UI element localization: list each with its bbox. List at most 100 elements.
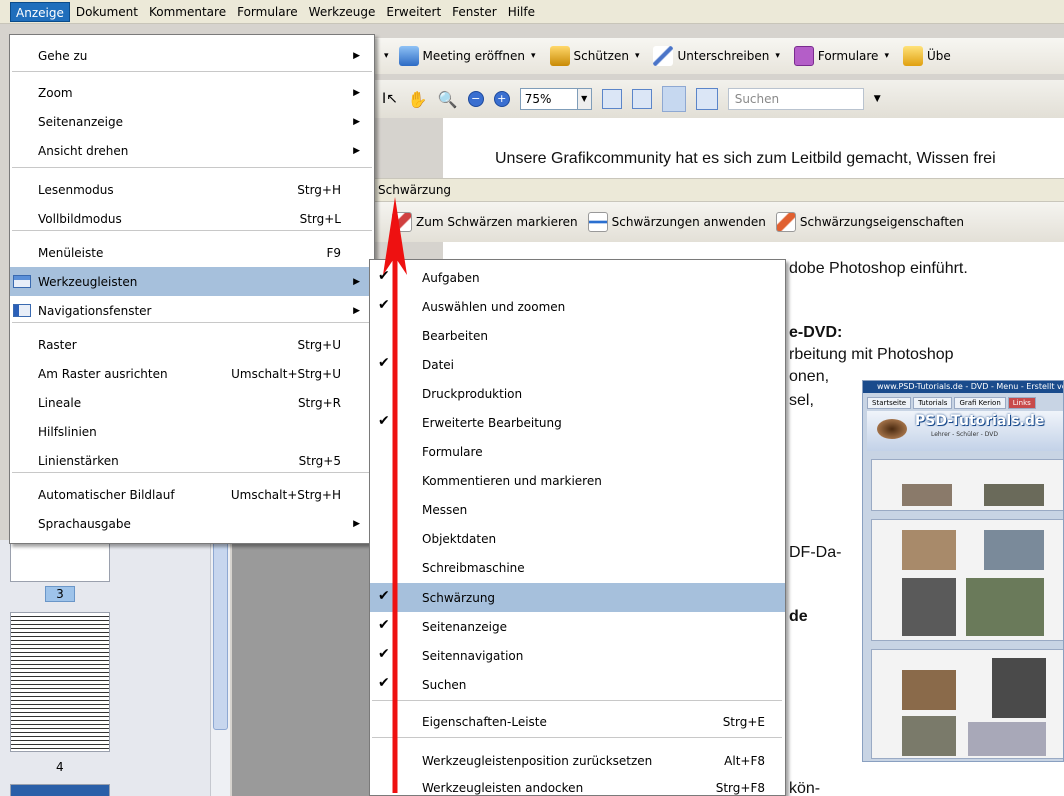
submenu-arrow-icon: ▶ [353, 87, 360, 98]
submenu-item[interactable]: Kommentieren und markieren [370, 466, 785, 495]
chevron-down-icon[interactable]: ▾ [384, 51, 389, 61]
submenu-item[interactable]: ✔ Erweiterte Bearbeitung [370, 408, 785, 437]
menu-item[interactable]: Navigationsfenster ▶ [10, 296, 374, 325]
submenu-item[interactable]: Objektdaten [370, 524, 785, 553]
menu-item[interactable]: Linienstärken Strg+5 [10, 446, 374, 475]
menu-item[interactable]: Seitenanzeige ▶ [10, 107, 374, 136]
single-page-icon[interactable] [661, 86, 686, 112]
search-input[interactable]: Suchen [727, 88, 864, 110]
menu-item[interactable]: Vollbildmodus Strg+L [10, 204, 374, 233]
menu-item[interactable]: Sprachausgabe ▶ [10, 509, 374, 538]
submenu-item[interactable]: ✔ Seitennavigation [370, 641, 785, 670]
chevron-down-icon[interactable]: ▼ [577, 88, 592, 110]
doc-line: onen, [789, 368, 830, 385]
menu-formulare[interactable]: Formulare [232, 2, 303, 22]
submenu-item-shortcut: Strg+F8 [715, 780, 765, 795]
submenu-item[interactable]: ✔ Suchen [370, 670, 785, 699]
zoom-value[interactable]: 75% [519, 88, 578, 110]
menu-item[interactable]: Lesenmodus Strg+H [10, 175, 374, 204]
menu-anzeige[interactable]: Anzeige [10, 1, 70, 22]
redaction-properties-button[interactable]: Schwärzungseigenschaften [775, 212, 964, 232]
menu-kommentare[interactable]: Kommentare [144, 2, 231, 22]
formulare-button[interactable]: Formulare ▾ [790, 42, 893, 70]
submenu-item[interactable]: ✔ Seitenanzeige [370, 612, 785, 641]
menu-item-shortcut: Strg+U [297, 337, 342, 352]
submenu-item[interactable]: Druckproduktion [370, 379, 785, 408]
chevron-down-icon[interactable]: ▼ [874, 94, 881, 104]
zoom-tool-icon[interactable]: 🔍 [438, 90, 458, 109]
menu-item-shortcut: Strg+5 [298, 453, 341, 468]
submenu-item[interactable]: Formulare [370, 437, 785, 466]
apply-redactions-label: Schwärzungen anwenden [611, 215, 766, 229]
fit-page-icon[interactable] [631, 89, 652, 109]
meeting-button[interactable]: Meeting eröffnen ▾ [395, 42, 540, 70]
submenu-item[interactable]: ✔ Auswählen und zoomen [370, 292, 785, 321]
review-icon [902, 46, 923, 66]
doc-line: kön- [789, 780, 821, 796]
page-number: 3 [45, 586, 75, 602]
checkmark-icon: ✔ [378, 617, 390, 633]
apply-redactions-button[interactable]: Schwärzungen anwenden [587, 212, 766, 232]
menu-item[interactable]: Werkzeugleisten ▶ [10, 267, 374, 296]
page-thumbnail[interactable] [10, 612, 110, 752]
menu-item-shortcut: Strg+H [297, 182, 341, 197]
menu-fenster[interactable]: Fenster [447, 2, 502, 22]
zoom-out-icon[interactable]: − [467, 91, 484, 107]
schuetzen-button[interactable]: Schützen ▾ [546, 42, 644, 70]
submenu-item[interactable]: Messen [370, 495, 785, 524]
menu-item[interactable]: Ansicht drehen ▶ [10, 136, 374, 165]
fit-width-icon[interactable] [601, 89, 622, 109]
doc-line: DF-Da- [789, 544, 842, 561]
submenu-item[interactable]: Schreibmaschine [370, 553, 785, 582]
checkmark-icon: ✔ [378, 355, 390, 371]
submenu-item-label: Erweiterte Bearbeitung [422, 415, 562, 430]
mark-redaction-button[interactable]: Zum Schwärzen markieren [392, 212, 578, 232]
submenu-item[interactable]: ✔ Schwärzung [370, 583, 785, 612]
menu-item[interactable]: Menüleiste F9 [10, 238, 374, 267]
zoom-in-icon[interactable]: + [493, 91, 510, 107]
navigation-gutter [232, 540, 372, 796]
menu-item-label: Ansicht drehen [38, 143, 129, 158]
menu-item[interactable]: Lineale Strg+R [10, 388, 374, 417]
menu-item[interactable]: Am Raster ausrichten Umschalt+Strg+U [10, 359, 374, 388]
select-tool-icon[interactable]: I↖ [382, 91, 398, 107]
preview-tab: Tutorials [913, 397, 953, 409]
menu-item[interactable]: Gehe zu ▶ [10, 41, 374, 70]
submenu-item[interactable]: ✔ Aufgaben [370, 263, 785, 292]
menu-hilfe[interactable]: Hilfe [503, 2, 540, 22]
submenu-arrow-icon: ▶ [353, 145, 360, 156]
thumbnail-scrollbar[interactable] [210, 540, 230, 796]
doc-line: de [789, 608, 808, 625]
submenu-item-label: Eigenschaften-Leiste [422, 714, 547, 729]
unterschreiben-button[interactable]: Unterschreiben ▾ [649, 42, 783, 70]
submenu-item[interactable]: Werkzeugleistenposition zurücksetzen Alt+… [370, 746, 785, 775]
review-button[interactable]: Übe [899, 42, 955, 70]
submenu-item[interactable]: Bearbeiten [370, 321, 785, 350]
menu-werkzeuge[interactable]: Werkzeuge [304, 2, 381, 22]
checkmark-icon: ✔ [378, 297, 390, 313]
submenu-item[interactable]: ✔ Datei [370, 350, 785, 379]
menu-item[interactable]: Automatischer Bildlauf Umschalt+Strg+H [10, 480, 374, 509]
photo-frame [871, 649, 1063, 759]
menu-dokument[interactable]: Dokument [71, 2, 143, 22]
schwaerzung-toolbar-title[interactable]: Schwärzung [372, 178, 1064, 202]
hand-tool-icon[interactable]: ✋ [408, 90, 428, 109]
doc-line: e-DVD: [789, 324, 843, 341]
menu-erweitert[interactable]: Erweitert [381, 2, 446, 22]
review-label: Übe [926, 49, 951, 63]
doc-line: dobe Photoshop einführt. [789, 260, 968, 277]
menu-item[interactable]: Hilfslinien [10, 417, 374, 446]
page-thumbnail[interactable] [10, 784, 110, 796]
zoom-select[interactable]: 75% ▼ [519, 88, 592, 110]
submenu-item[interactable]: Werkzeugleisten andocken Strg+F8 [370, 773, 785, 796]
two-page-icon[interactable] [695, 88, 718, 110]
submenu-item[interactable]: Eigenschaften-Leiste Strg+E [370, 707, 785, 736]
menu-item[interactable]: Zoom ▶ [10, 78, 374, 107]
page-thumbnail[interactable] [10, 540, 110, 582]
photo [902, 716, 956, 756]
toolbar-tasks: ▾ Meeting eröffnen ▾ Schützen ▾ Untersch… [372, 38, 1064, 74]
menu-separator [372, 700, 782, 701]
preview-tabs: Startseite Tutorials Grafi Kerion Links [867, 397, 1063, 409]
scrollbar-thumb[interactable] [213, 540, 228, 730]
menu-item[interactable]: Raster Strg+U [10, 330, 374, 359]
